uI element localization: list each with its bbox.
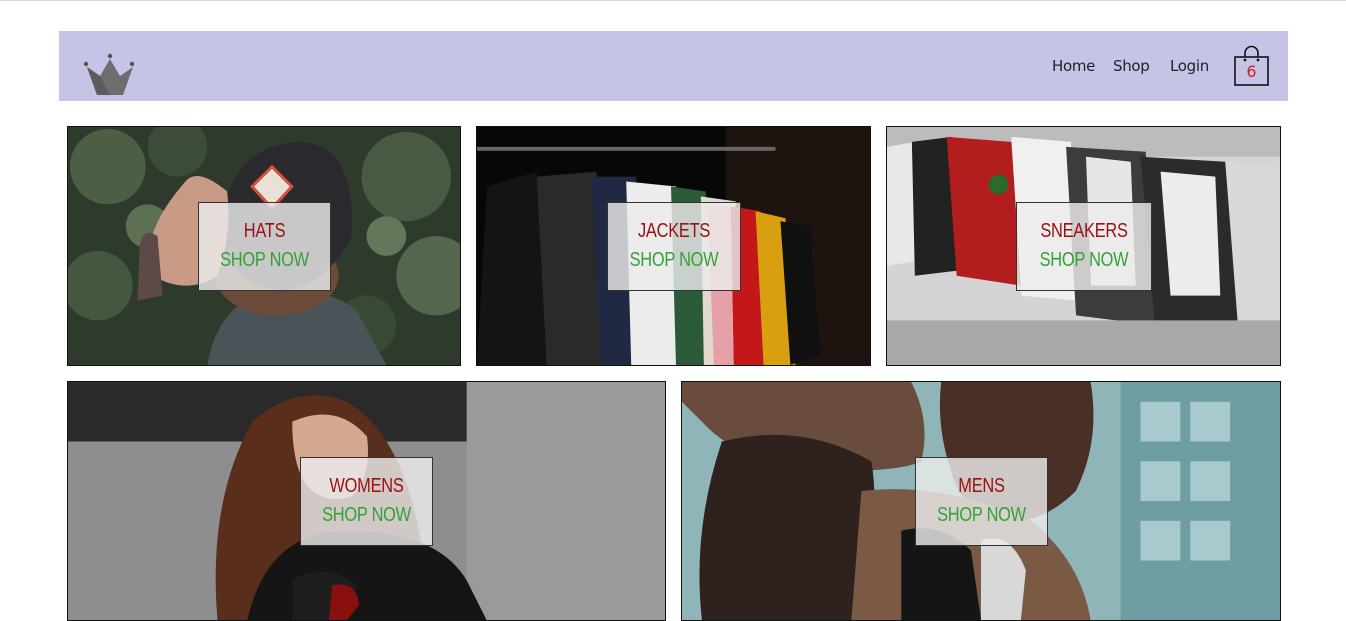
- nav-home-link[interactable]: Home: [1052, 57, 1095, 75]
- category-label-box: SNEAKERS SHOP NOW: [1016, 202, 1152, 291]
- category-title: JACKETS: [637, 220, 711, 242]
- site-header: Home Shop Login 6: [59, 31, 1288, 101]
- category-label-box: MENS SHOP NOW: [915, 457, 1048, 546]
- category-label-box: HATS SHOP NOW: [198, 202, 331, 291]
- category-tile-mens[interactable]: MENS SHOP NOW: [681, 381, 1281, 621]
- category-tile-jackets[interactable]: JACKETS SHOP NOW: [476, 126, 871, 366]
- cart-count-badge: 6: [1246, 62, 1257, 81]
- shop-now-link[interactable]: SHOP NOW: [928, 504, 1035, 527]
- shop-now-link[interactable]: SHOP NOW: [313, 504, 420, 527]
- cart-button[interactable]: 6: [1234, 45, 1269, 87]
- category-title: HATS: [243, 220, 286, 242]
- category-title: WOMENS: [329, 475, 404, 497]
- category-label-box: WOMENS SHOP NOW: [300, 457, 433, 546]
- category-tile-sneakers[interactable]: SNEAKERS SHOP NOW: [886, 126, 1281, 366]
- shop-now-link[interactable]: SHOP NOW: [620, 249, 728, 272]
- crown-icon[interactable]: [83, 53, 135, 97]
- shop-now-link[interactable]: SHOP NOW: [1029, 249, 1139, 272]
- category-title: MENS: [958, 475, 1005, 497]
- category-tile-hats[interactable]: HATS SHOP NOW: [67, 126, 461, 366]
- top-divider: [0, 0, 1346, 1]
- shop-now-link[interactable]: SHOP NOW: [211, 249, 318, 272]
- category-title: SNEAKERS: [1040, 220, 1128, 242]
- nav-shop-link[interactable]: Shop: [1113, 57, 1150, 75]
- category-tile-womens[interactable]: WOMENS SHOP NOW: [67, 381, 666, 621]
- category-label-box: JACKETS SHOP NOW: [607, 202, 741, 291]
- nav-login-link[interactable]: Login: [1170, 57, 1209, 75]
